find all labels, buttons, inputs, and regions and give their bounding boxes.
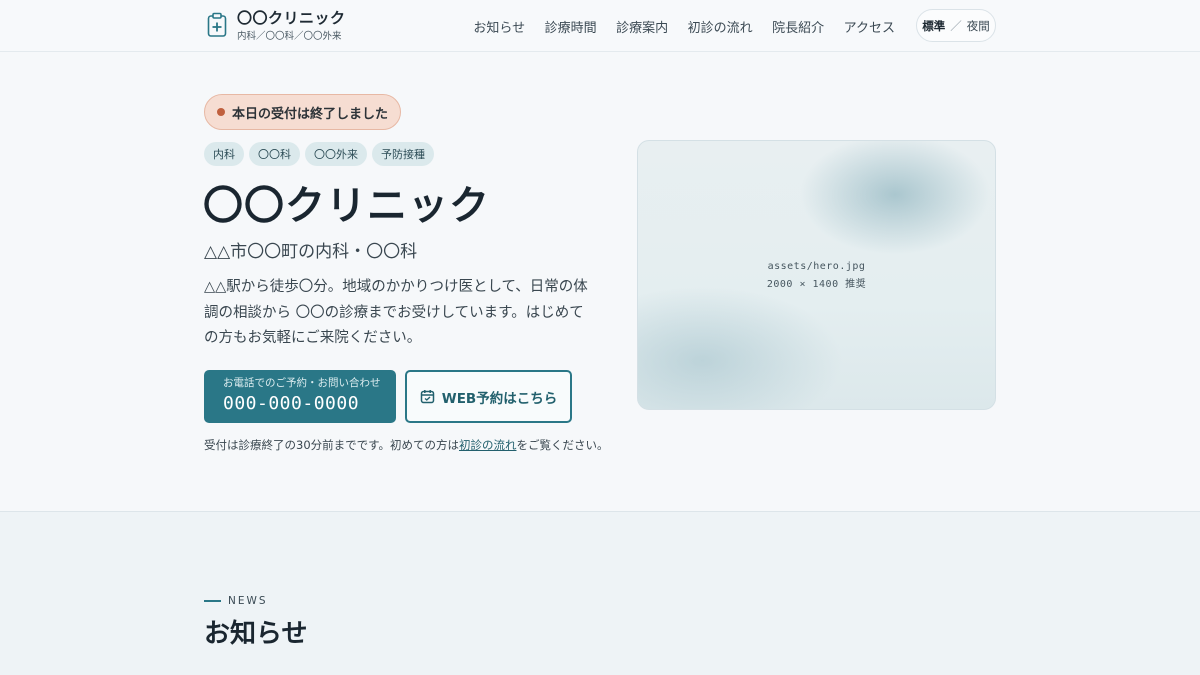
display-mode-toggle[interactable]: 標準 ／ 夜間	[916, 9, 996, 42]
nav-item-first-visit[interactable]: 初診の流れ	[688, 17, 753, 36]
tag-internal-medicine: 内科	[204, 142, 244, 166]
first-visit-link[interactable]: 初診の流れ	[459, 438, 517, 452]
news-title: お知らせ	[204, 619, 308, 649]
logo[interactable]: 〇〇クリニック 内科／〇〇科／〇〇外来	[206, 9, 346, 43]
logo-name: 〇〇クリニック	[237, 9, 346, 27]
phone-number: 000-000-0000	[223, 393, 360, 414]
nav-item-hours[interactable]: 診療時間	[545, 17, 597, 36]
reception-status-badge: 本日の受付は終了しました	[204, 94, 402, 130]
status-badge-text: 本日の受付は終了しました	[232, 106, 389, 122]
nav-item-access[interactable]: アクセス	[844, 17, 895, 36]
hero-subtitle: △△市〇〇町の内科・〇〇科	[204, 242, 418, 262]
phone-call-button[interactable]: お電話でのご予約・お問い合わせ 000-000-0000	[204, 370, 396, 423]
web-button-label: WEB予約はこちら	[441, 390, 558, 407]
note-text-before: 受付は診療終了の30分前までです。初めての方は	[204, 438, 459, 452]
status-dot-icon	[217, 108, 225, 116]
reception-note: 受付は診療終了の30分前までです。初めての方は初診の流れをご覧ください。	[204, 437, 608, 453]
image-filename: assets/hero.jpg	[767, 261, 866, 272]
web-reservation-button[interactable]: WEB予約はこちら	[405, 370, 572, 423]
mode-separator: ／	[950, 18, 962, 33]
tag-department: 〇〇科	[249, 142, 300, 166]
hero-section: 本日の受付は終了しました 内科 〇〇科 〇〇外来 予防接種 〇〇クリニック △△…	[0, 52, 1200, 511]
nav-item-director[interactable]: 院長紹介	[772, 17, 824, 36]
mode-night[interactable]: 夜間	[967, 18, 990, 34]
main-nav: お知らせ 診療時間 診療案内 初診の流れ 院長紹介 アクセス	[473, 0, 895, 52]
calendar-icon	[420, 389, 435, 404]
eyebrow-text: NEWS	[228, 595, 268, 607]
logo-text: 〇〇クリニック 内科／〇〇科／〇〇外来	[237, 9, 346, 43]
phone-label: お電話でのご予約・お問い合わせ	[223, 377, 381, 389]
nav-item-services[interactable]: 診療案内	[616, 17, 668, 36]
clinic-clipboard-icon	[206, 12, 228, 38]
news-eyebrow: NEWS	[204, 595, 268, 607]
image-caption: assets/hero.jpg 2000 × 1400 推奨	[638, 258, 995, 294]
hero-description: △△駅から徒歩〇分。地域のかかりつけ医として、日常の体調の相談から 〇〇の診療ま…	[204, 279, 588, 346]
eyebrow-line	[204, 600, 221, 602]
site-header: 〇〇クリニック 内科／〇〇科／〇〇外来 お知らせ 診療時間 診療案内 初診の流れ…	[0, 0, 1200, 52]
page-title: 〇〇クリニック	[203, 183, 490, 229]
logo-subtitle: 内科／〇〇科／〇〇外来	[237, 31, 342, 42]
department-tags: 内科 〇〇科 〇〇外来 予防接種	[204, 142, 439, 166]
note-text-after: をご覧ください。	[516, 438, 609, 452]
tag-outpatient: 〇〇外来	[305, 142, 367, 166]
image-size-hint: 2000 × 1400 推奨	[766, 279, 867, 290]
news-section: NEWS お知らせ	[0, 511, 1200, 675]
hero-image-placeholder: assets/hero.jpg 2000 × 1400 推奨	[637, 140, 996, 410]
mode-standard[interactable]: 標準	[922, 18, 945, 34]
tag-vaccination: 予防接種	[372, 142, 434, 166]
nav-item-news[interactable]: お知らせ	[473, 17, 525, 36]
